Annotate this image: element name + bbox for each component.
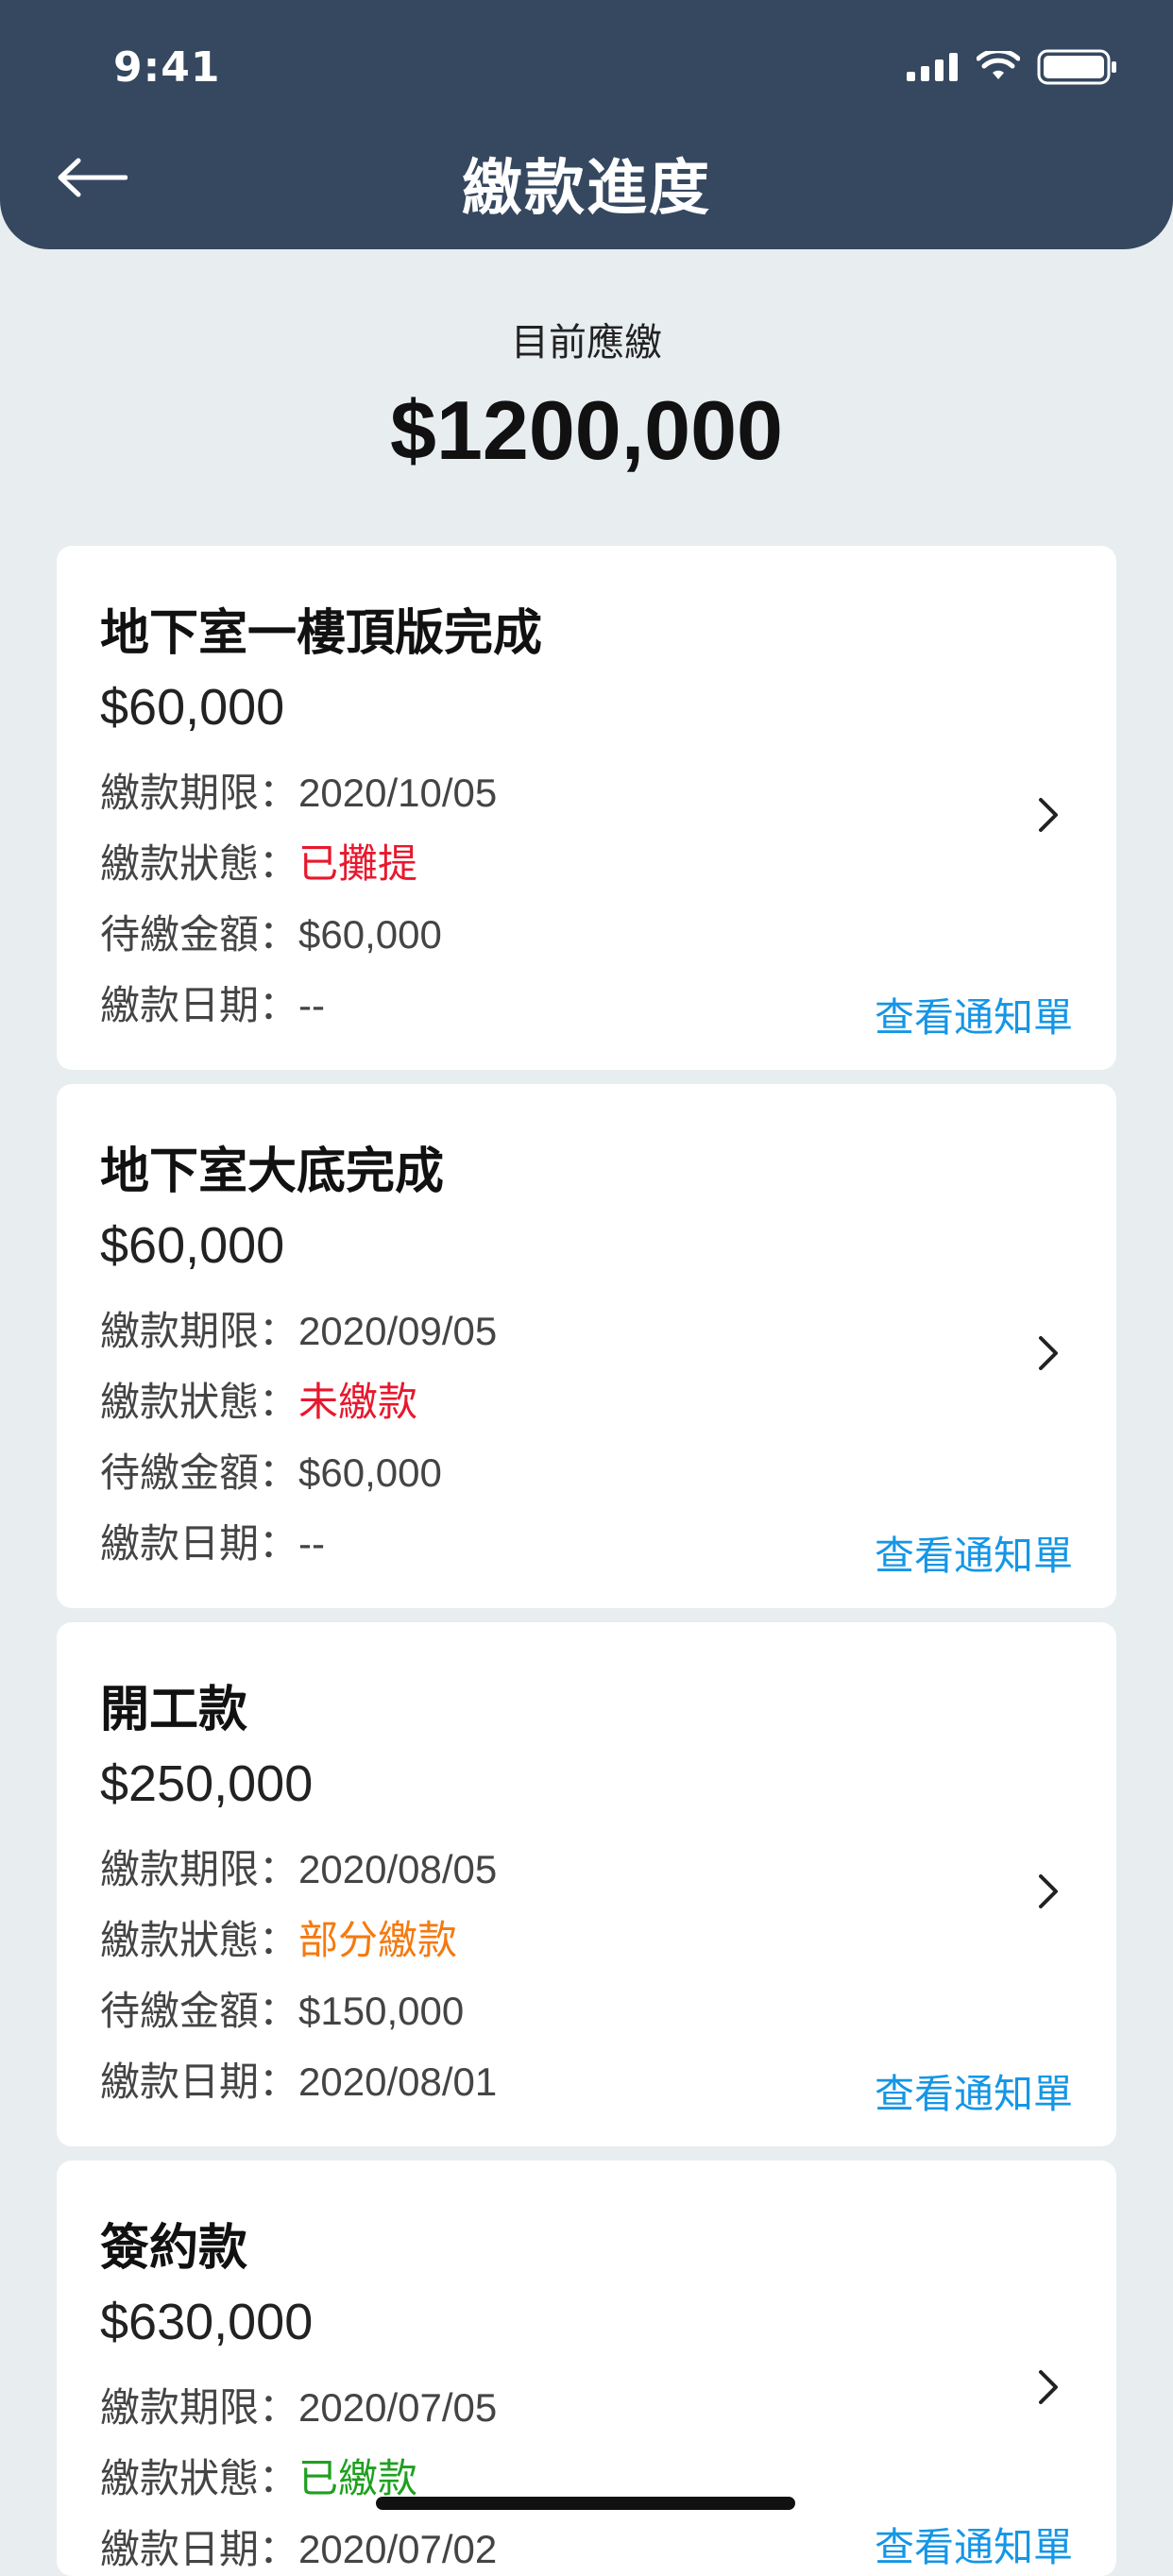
status-bar-time: 9:41 bbox=[113, 43, 221, 92]
deadline-value: 2020/10/05 bbox=[298, 771, 498, 815]
deadline-value: 2020/07/05 bbox=[298, 2385, 498, 2430]
wifi-icon bbox=[976, 48, 1021, 87]
signal-icon bbox=[907, 53, 960, 85]
deadline-row: 繳款期限：2020/07/05 bbox=[100, 2376, 497, 2433]
payment-title: 簽約款 bbox=[100, 2220, 248, 2277]
pending-amount-value: $60,000 bbox=[298, 1450, 442, 1495]
status-label: 繳款狀態： bbox=[100, 2455, 299, 2501]
pay-date-row: 繳款日期：2020/07/02 bbox=[100, 2517, 497, 2575]
view-notice-link[interactable]: 查看通知單 bbox=[875, 986, 1073, 1043]
deadline-label: 繳款期限： bbox=[100, 1308, 299, 1354]
view-notice-link[interactable]: 查看通知單 bbox=[875, 1524, 1073, 1582]
deadline-value: 2020/08/05 bbox=[298, 1847, 498, 1891]
chevron-right-icon[interactable] bbox=[1029, 791, 1067, 839]
pay-date-value: -- bbox=[298, 983, 325, 1027]
pending-amount-label: 待繳金額： bbox=[100, 1449, 299, 1496]
pay-date-label: 繳款日期： bbox=[100, 1520, 299, 1567]
deadline-row: 繳款期限：2020/09/05 bbox=[100, 1299, 497, 1357]
status-row: 繳款狀態：部分繳款 bbox=[100, 1908, 457, 1966]
pay-date-value: 2020/08/01 bbox=[298, 2059, 498, 2104]
status-value: 未繳款 bbox=[298, 1379, 418, 1425]
payment-amount: $630,000 bbox=[100, 2294, 314, 2350]
payment-title: 地下室一樓頂版完成 bbox=[100, 605, 543, 662]
pending-amount-value: $60,000 bbox=[298, 912, 442, 957]
page-title: 繳款進度 bbox=[462, 154, 711, 224]
pay-date-label: 繳款日期： bbox=[100, 982, 299, 1028]
pay-date-label: 繳款日期： bbox=[100, 2059, 299, 2105]
deadline-label: 繳款期限： bbox=[100, 770, 299, 816]
home-indicator bbox=[376, 2497, 795, 2510]
chevron-right-icon[interactable] bbox=[1029, 1868, 1067, 1915]
deadline-value: 2020/09/05 bbox=[298, 1309, 498, 1353]
status-value: 部分繳款 bbox=[298, 1917, 458, 1963]
pay-date-row: 繳款日期：-- bbox=[100, 1512, 325, 1569]
payment-title: 開工款 bbox=[100, 1682, 248, 1738]
status-value: 已繳款 bbox=[298, 2455, 418, 2501]
payment-card[interactable]: 地下室一樓頂版完成 $60,000 繳款期限：2020/10/05 繳款狀態：已… bbox=[57, 546, 1116, 1070]
pay-date-row: 繳款日期：2020/08/01 bbox=[100, 2050, 497, 2108]
status-bar-icons bbox=[907, 48, 1118, 89]
pending-amount-row: 待繳金額：$150,000 bbox=[100, 1979, 464, 2037]
current-due-label: 目前應繳 bbox=[511, 321, 662, 364]
status-row: 繳款狀態：未繳款 bbox=[100, 1370, 417, 1428]
pending-amount-row: 待繳金額：$60,000 bbox=[100, 903, 442, 960]
payment-card[interactable]: 簽約款 $630,000 繳款期限：2020/07/05 繳款狀態：已繳款 繳款… bbox=[57, 2161, 1116, 2576]
view-notice-link[interactable]: 查看通知單 bbox=[875, 2516, 1073, 2573]
payment-amount: $60,000 bbox=[100, 1217, 285, 1274]
deadline-row: 繳款期限：2020/08/05 bbox=[100, 1838, 497, 1895]
current-due-amount: $1200,000 bbox=[390, 383, 783, 477]
pay-date-value: 2020/07/02 bbox=[298, 2527, 498, 2571]
pending-amount-row: 待繳金額：$60,000 bbox=[100, 1441, 442, 1499]
deadline-label: 繳款期限： bbox=[100, 1846, 299, 1892]
status-row: 繳款狀態：已繳款 bbox=[100, 2447, 417, 2504]
deadline-label: 繳款期限： bbox=[100, 2384, 299, 2431]
pending-amount-value: $150,000 bbox=[298, 1989, 465, 2033]
pay-date-value: -- bbox=[298, 1521, 325, 1566]
battery-icon bbox=[1037, 49, 1118, 89]
deadline-row: 繳款期限：2020/10/05 bbox=[100, 761, 497, 819]
app-header: 9:41 繳款進度 bbox=[0, 0, 1173, 249]
pending-amount-label: 待繳金額： bbox=[100, 911, 299, 958]
payment-card[interactable]: 地下室大底完成 $60,000 繳款期限：2020/09/05 繳款狀態：未繳款… bbox=[57, 1084, 1116, 1608]
payment-amount: $250,000 bbox=[100, 1755, 314, 1812]
chevron-right-icon[interactable] bbox=[1029, 1330, 1067, 1377]
pending-amount-label: 待繳金額： bbox=[100, 1988, 299, 2034]
status-label: 繳款狀態： bbox=[100, 1917, 299, 1963]
pay-date-label: 繳款日期： bbox=[100, 2526, 299, 2572]
payment-card[interactable]: 開工款 $250,000 繳款期限：2020/08/05 繳款狀態：部分繳款 待… bbox=[57, 1622, 1116, 2146]
chevron-right-icon[interactable] bbox=[1029, 2364, 1067, 2411]
status-row: 繳款狀態：已攤提 bbox=[100, 832, 417, 890]
status-label: 繳款狀態： bbox=[100, 840, 299, 887]
status-value: 已攤提 bbox=[298, 840, 418, 887]
view-notice-link[interactable]: 查看通知單 bbox=[875, 2062, 1073, 2120]
payment-title: 地下室大底完成 bbox=[100, 1144, 445, 1200]
status-label: 繳款狀態： bbox=[100, 1379, 299, 1425]
payment-amount: $60,000 bbox=[100, 679, 285, 736]
pay-date-row: 繳款日期：-- bbox=[100, 974, 325, 1031]
